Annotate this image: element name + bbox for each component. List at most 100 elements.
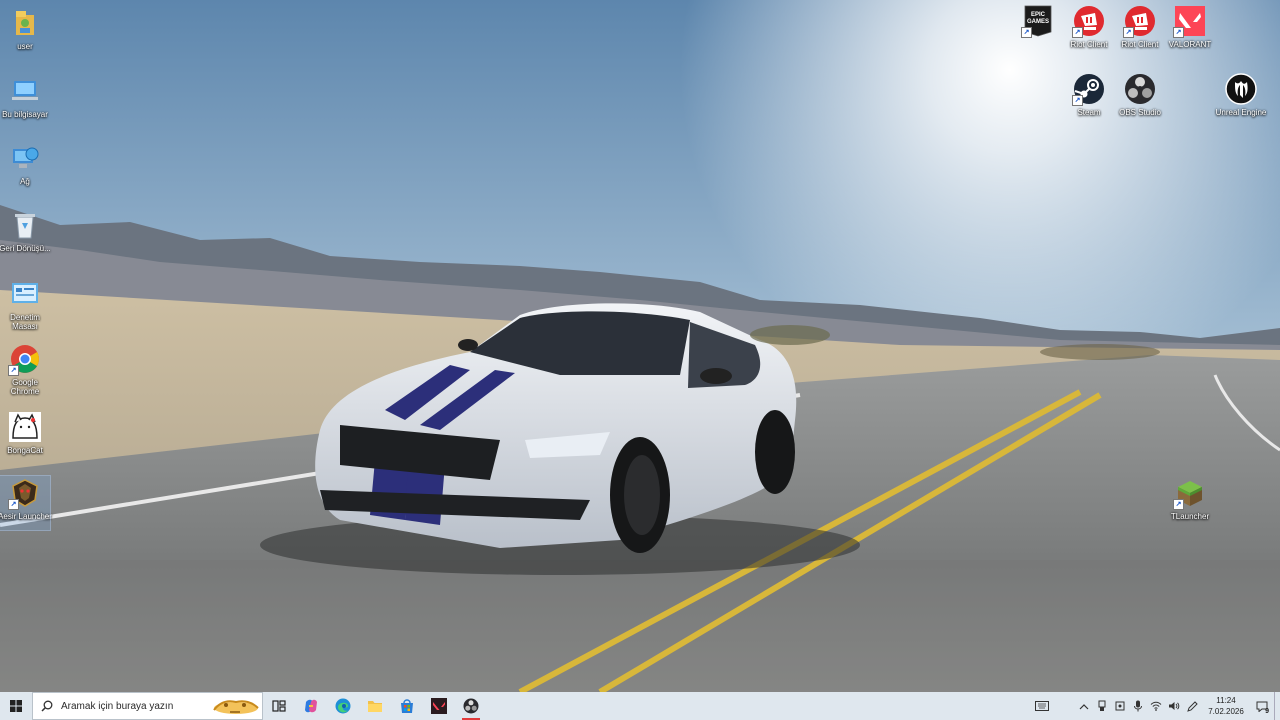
tray-microphone[interactable]: [1130, 692, 1146, 720]
search-highlight-doodle-icon: [213, 700, 259, 714]
aesir-launcher-icon: ↗: [8, 476, 42, 510]
valorant-icon: [431, 698, 447, 714]
tray-keyboard[interactable]: [1034, 692, 1050, 720]
taskbar-valorant[interactable]: [423, 692, 455, 720]
file-explorer-icon: [368, 701, 382, 712]
desktop-icon-this-pc[interactable]: Bu bilgisayar: [0, 74, 50, 119]
desktop-icon-tlauncher[interactable]: ↗ TLauncher: [1165, 476, 1215, 521]
desktop-icon-label: VALORANT: [1168, 40, 1212, 49]
pen-workspace-icon: [1186, 700, 1198, 712]
desktop-icon-steam[interactable]: ↗ Steam: [1064, 72, 1114, 117]
tray-spacer: [1052, 692, 1074, 720]
desktop-icon-valorant[interactable]: ↗ VALORANT: [1165, 4, 1215, 49]
desktop-icon-label: Riot Client: [1121, 40, 1159, 49]
chevron-up-icon: [1079, 703, 1089, 709]
volume-icon: [1169, 702, 1180, 710]
desktop-icon-bongacat[interactable]: BongaCat: [0, 410, 50, 455]
shortcut-arrow-icon: ↗: [1072, 95, 1083, 106]
desktop-icon-epic-games[interactable]: EPIC GAMES ↗: [1013, 4, 1063, 40]
taskbar-edge[interactable]: [327, 692, 359, 720]
search-placeholder: Aramak için buraya yazın: [61, 700, 174, 712]
system-tray: 11:24 7.02.2026 9: [1033, 692, 1280, 720]
desktop-icon-label: Denetim Masası: [10, 313, 40, 331]
task-view-icon: [272, 700, 286, 712]
shortcut-arrow-icon: ↗: [8, 365, 19, 376]
taskbar-obs-studio[interactable]: [455, 692, 487, 720]
tray-wifi[interactable]: [1148, 692, 1164, 720]
tray-show-hidden[interactable]: [1076, 692, 1092, 720]
desktop-icon-unreal-engine[interactable]: Unreal Engine: [1216, 72, 1266, 117]
desktop-icon-aesir-launcher[interactable]: ↗ Aesir Launcher: [0, 475, 52, 531]
desktop-icon-network[interactable]: Ağ: [0, 141, 50, 186]
shortcut-arrow-icon: ↗: [1021, 27, 1032, 38]
network-icon: [8, 141, 42, 175]
desktop-icon-label: Google Chrome: [10, 378, 40, 396]
recycle-bin-icon: [8, 208, 42, 242]
shortcut-arrow-icon: ↗: [1072, 27, 1083, 38]
taskbar-copilot[interactable]: [295, 692, 327, 720]
desktop-icon-label: Riot Client: [1070, 40, 1108, 49]
riot-client-icon: ↗: [1072, 4, 1106, 38]
desktop-icon-riot-client[interactable]: ↗ Riot Client: [1064, 4, 1114, 49]
tray-notifications[interactable]: 9: [1252, 692, 1272, 720]
obs-studio-icon: [463, 698, 479, 714]
task-view-button[interactable]: [263, 692, 295, 720]
clock-date: 7.02.2026: [1208, 707, 1244, 716]
this-pc-icon: [8, 74, 42, 108]
valorant-icon: ↗: [1173, 4, 1207, 38]
shortcut-arrow-icon: ↗: [1173, 27, 1184, 38]
desktop-icon-label: Geri Dönüşü...: [0, 244, 51, 253]
bongacat-icon: [8, 410, 42, 444]
notification-count-badge: 9: [1265, 708, 1269, 715]
tray-pen[interactable]: [1184, 692, 1200, 720]
usb-device-icon: [1098, 700, 1106, 711]
desktop-icon-label: Steam: [1077, 108, 1101, 117]
obs-studio-icon: [1123, 72, 1157, 106]
desktop-icon-label: user: [17, 42, 33, 51]
edge-icon: [335, 698, 351, 714]
tray-volume[interactable]: [1166, 692, 1182, 720]
microphone-icon: [1134, 700, 1142, 712]
search-icon: [41, 700, 53, 712]
copilot-icon: [305, 699, 317, 713]
epic-games-icon: EPIC GAMES ↗: [1021, 4, 1055, 38]
user-folder-icon: [8, 6, 42, 40]
drive-icon: [1115, 701, 1125, 711]
riot-client-icon-2: ↗: [1123, 4, 1157, 38]
tray-network-drive[interactable]: [1112, 692, 1128, 720]
epic-logo-text: EPIC GAMES: [1026, 12, 1049, 25]
desktop-icon-label: Ağ: [20, 177, 30, 186]
shortcut-arrow-icon: ↗: [1173, 499, 1184, 510]
desktop-icon-label: Aesir Launcher: [0, 512, 52, 521]
shortcut-arrow-icon: ↗: [1123, 27, 1134, 38]
desktop-icon-user[interactable]: user: [0, 6, 50, 51]
start-button[interactable]: [0, 692, 32, 720]
desktop-icon-label: Bu bilgisayar: [2, 110, 48, 119]
keyboard-icon: [1035, 701, 1049, 711]
tray-usb[interactable]: [1094, 692, 1110, 720]
clock-time: 11:24: [1216, 696, 1236, 705]
show-desktop-button[interactable]: [1274, 692, 1279, 720]
desktop-icon-obs-studio[interactable]: OBS Studio: [1115, 72, 1165, 117]
desktop-icon-label: BongaCat: [7, 446, 43, 455]
desktop-icon-recycle-bin[interactable]: Geri Dönüşü...: [0, 208, 51, 253]
microsoft-store-icon: [401, 699, 413, 713]
windows-logo-icon: [10, 700, 22, 712]
desktop-icon-label: Unreal Engine: [1215, 108, 1267, 117]
tray-clock[interactable]: 11:24 7.02.2026: [1201, 692, 1251, 720]
taskbar-file-explorer[interactable]: [359, 692, 391, 720]
shortcut-arrow-icon: ↗: [8, 499, 19, 510]
steam-icon: ↗: [1072, 72, 1106, 106]
desktop-icon-google-chrome[interactable]: ↗ Google Chrome: [0, 342, 50, 396]
desktop-icon-riot-client-2[interactable]: ↗ Riot Client: [1115, 4, 1165, 49]
wifi-icon: [1150, 701, 1162, 711]
control-panel-icon: [8, 277, 42, 311]
taskbar: Aramak için buraya yazın 11:24 7.02.2026…: [0, 692, 1280, 720]
desktop-icon-label: TLauncher: [1170, 512, 1210, 521]
desktop-icon-control-panel[interactable]: Denetim Masası: [0, 277, 50, 331]
taskbar-microsoft-store[interactable]: [391, 692, 423, 720]
taskbar-search-box[interactable]: Aramak için buraya yazın: [32, 692, 263, 720]
unreal-engine-icon: [1224, 72, 1258, 106]
tlauncher-icon: ↗: [1173, 476, 1207, 510]
google-chrome-icon: ↗: [8, 342, 42, 376]
